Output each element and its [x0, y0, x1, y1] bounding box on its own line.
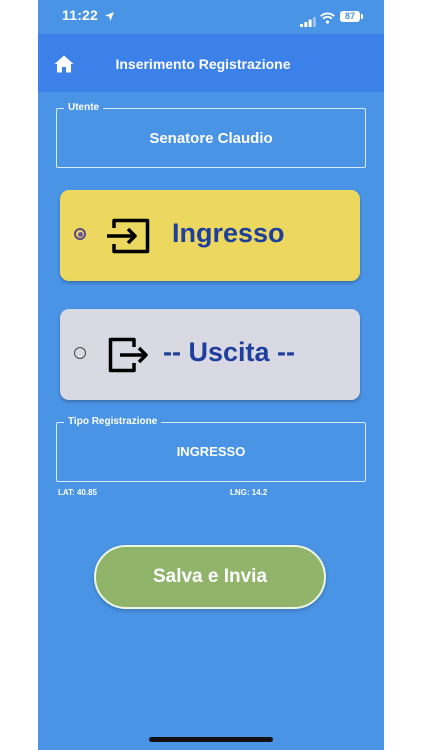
page-title: Inserimento Registrazione: [115, 56, 291, 72]
wifi-icon: [320, 11, 335, 29]
exit-button-label: -- Uscita --: [163, 337, 296, 367]
cellular-signal-icon: [300, 14, 316, 32]
registration-type-field[interactable]: Tipo Registrazione INGRESSO: [56, 415, 366, 482]
user-field-value: Senatore Claudio: [149, 130, 273, 147]
entry-radio[interactable]: [74, 228, 86, 240]
location-arrow-icon: [104, 9, 115, 27]
entry-button-label: Ingresso: [172, 218, 285, 248]
logout-icon: [108, 337, 150, 378]
entry-button[interactable]: Ingresso: [60, 190, 360, 281]
status-time: 11:22: [62, 7, 99, 23]
exit-button[interactable]: -- Uscita --: [60, 309, 360, 400]
radio-selected-dot: [77, 231, 83, 237]
user-field[interactable]: Utente Senatore Claudio: [56, 101, 366, 168]
app-header: Inserimento Registrazione: [38, 34, 384, 92]
save-and-send-button[interactable]: Salva e Invia: [94, 545, 326, 609]
longitude-text: LNG: 14.2: [230, 488, 268, 497]
user-field-label: Utente: [64, 101, 104, 115]
login-icon: [106, 218, 150, 259]
exit-radio[interactable]: [74, 347, 86, 359]
battery-icon: 87: [340, 11, 360, 22]
home-indicator: [149, 737, 273, 742]
registration-type-label: Tipo Registrazione: [64, 415, 162, 429]
app-screen: 11:22 87 Inserimento Registrazione Utent…: [38, 0, 384, 750]
registration-type-value: INGRESSO: [176, 444, 246, 459]
latitude-text: LAT: 40.85: [58, 488, 97, 497]
battery-tip: [361, 14, 363, 19]
status-bar: 11:22 87: [38, 0, 384, 34]
